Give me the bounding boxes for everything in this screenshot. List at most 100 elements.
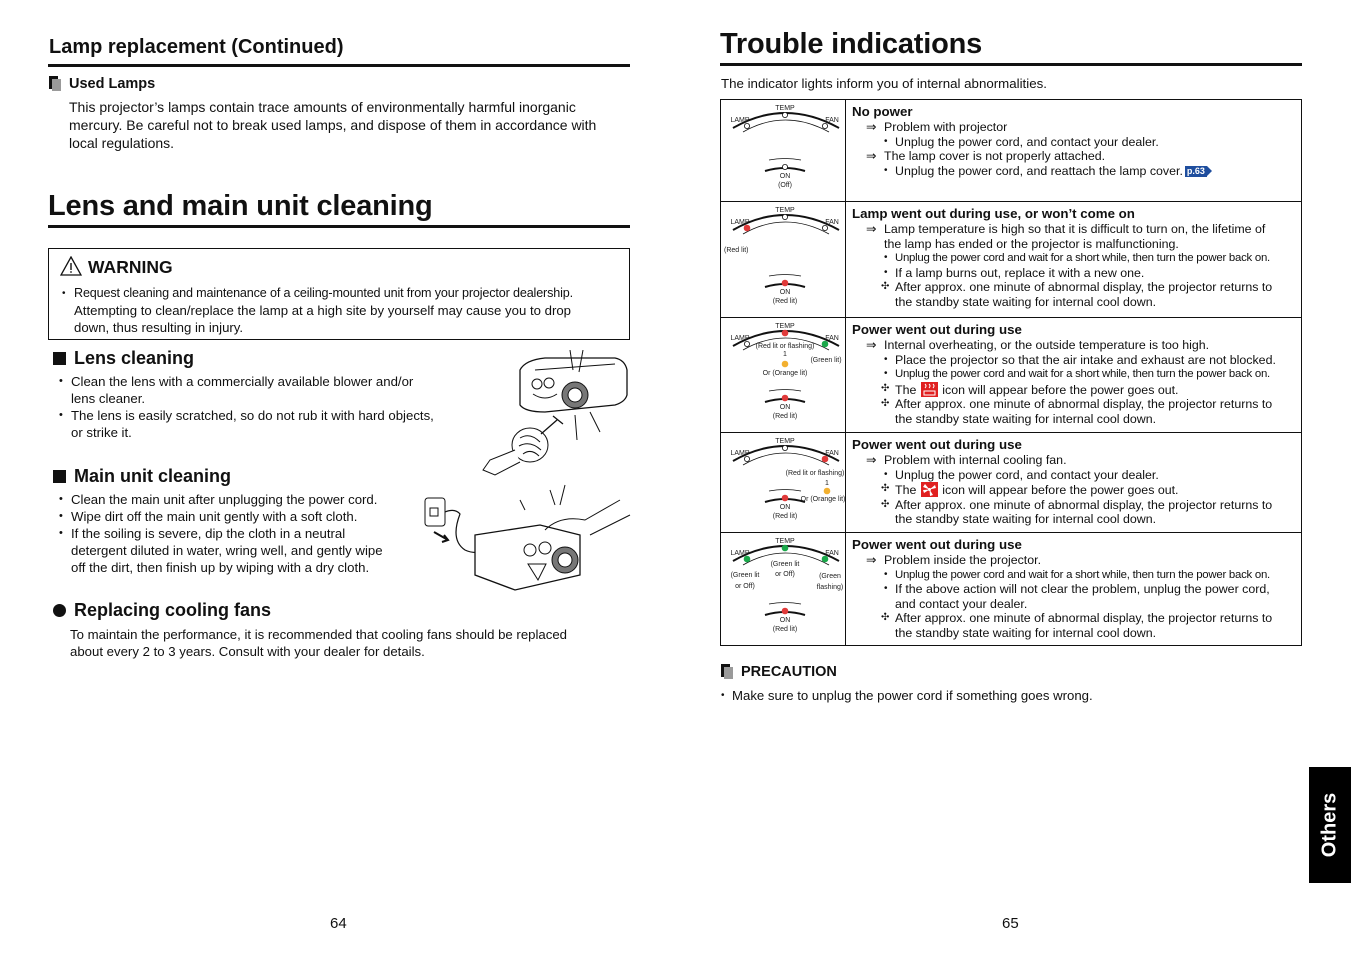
on-label: ON [780, 289, 791, 296]
list-item: Wipe dirt off the main unit gently with … [58, 508, 428, 525]
trouble-row: TEMP LAMP FAN ON (Off) No power ⇒ Problem with … [720, 99, 1302, 202]
warning-text: • Request cleaning and maintenance of a c… [61, 285, 629, 336]
used-lamps-text: This projector’s lamps contain trace amo… [69, 98, 629, 152]
text-line: Wipe dirt off the main unit gently with … [71, 509, 358, 524]
text: The [895, 382, 920, 397]
trouble-line: Unplug the power cord, and reattach the … [852, 164, 1301, 179]
title-rule [48, 64, 630, 67]
text-line: Clean the main unit after unplugging the… [71, 492, 378, 507]
trouble-line: If a lamp burns out, replace it with a n… [852, 266, 1301, 281]
warning-line: • Request cleaning and maintenance of a c… [62, 286, 573, 300]
precaution-heading: PRECAUTION [741, 664, 837, 680]
indicator-panel-cell: TEMP LAMP FAN ON (Red lit) (Red lit or flashi… [720, 317, 846, 433]
trouble-line: ⇒ The lamp cover is not properly attached… [866, 149, 1106, 164]
text: Unplug the power cord, and contact your … [895, 467, 1159, 482]
heading-text: Replacing cooling fans [74, 600, 272, 620]
on-indicator-light [781, 394, 789, 402]
trouble-line: the standby state waiting for internal c… [852, 412, 1301, 427]
text-line: local regulations. [69, 135, 175, 151]
panel-arc-inner [742, 221, 830, 235]
text: the standby state waiting for internal c… [895, 625, 1157, 640]
indicator-panel-cell: TEMP LAMP FAN ON (Off) [720, 99, 846, 202]
section-tab-others[interactable]: Others [1309, 767, 1351, 883]
text: After approx. one minute of abnormal dis… [895, 611, 1273, 626]
temp-indicator-light [781, 329, 789, 337]
text: Request cleaning and maintenance of a ce… [74, 286, 573, 300]
page-reference-link[interactable]: p.63 [1184, 165, 1212, 177]
text-line: lens cleaner. [71, 391, 146, 406]
fan-label: FAN [825, 117, 839, 124]
indicator-panel-diagram: TEMPLAMP FANON(Red lit)(Green litor Off)(… [730, 538, 843, 633]
text-line: The lens is easily scratched, so do not … [71, 408, 434, 423]
text: Unplug the power cord, and reattach the … [895, 163, 1183, 178]
section-title-lamp-replacement: Lamp replacement (Continued) [49, 36, 344, 58]
trouble-line: The icon will appear before the power go… [852, 482, 1301, 498]
on-note: (Off) [778, 182, 792, 189]
trouble-line: the standby state waiting for internal c… [852, 295, 1301, 310]
on-arc-inner [768, 602, 802, 605]
trouble-title: No power [852, 104, 913, 119]
fan-indicator-light [822, 122, 829, 129]
indicator-panel-diagram: TEMPLAMP FANON(Red lit)(Red lit) [724, 207, 840, 305]
tab-label: Others [1318, 792, 1341, 858]
trouble-title: Power went out during use [852, 437, 1022, 452]
trouble-line: Place the projector so that the air inta… [852, 353, 1301, 368]
temp-indicator-light [782, 213, 789, 220]
on-indicator-light [781, 279, 789, 287]
text: Lamp temperature is high so that it is d… [884, 222, 1266, 236]
trouble-title: Power went out during use [852, 537, 1022, 552]
fan-indicator-light [821, 340, 829, 348]
text: Problem with projector [884, 120, 1008, 134]
trouble-line: After approx. one minute of abnormal dis… [852, 498, 1301, 513]
trouble-line: Unplug the power cord and wait for a sho… [852, 367, 1301, 382]
heading-text: Lens cleaning [74, 348, 195, 368]
temp-label: TEMP [775, 438, 795, 445]
page-number-right: 65 [1002, 915, 1019, 932]
trouble-row: TEMP LAMP FAN ON (Red lit) (Red lit or flashi… [720, 432, 1302, 533]
indicator-panel-cell: TEMP LAMP FAN ON (Red lit) (Green lit or Off)(… [720, 532, 846, 646]
trouble-description-cell: Lamp went out during use, or won’t come … [845, 201, 1302, 318]
on-indicator-light [781, 494, 789, 502]
alt-arrow: 1 [783, 351, 787, 358]
trouble-description-cell: Power went out during use ⇒ Problem with i… [845, 432, 1302, 533]
alt-note: Or (Orange lit) [763, 370, 808, 377]
page-number-left: 64 [330, 915, 347, 932]
section-title-lens-cleaning: Lens and main unit cleaning [48, 190, 433, 222]
fan-label: FAN [825, 335, 839, 342]
fan-label: FAN [825, 219, 839, 226]
text: Problem with internal cooling fan. [884, 453, 1067, 467]
lamp-note: (Red lit) [724, 247, 749, 254]
lamp-label: LAMP [730, 335, 749, 342]
fan-note: flashing) [817, 584, 843, 591]
on-indicator-light [782, 164, 789, 171]
text-line: To maintain the performance, it is recom… [70, 627, 568, 642]
warning-line: Attempting to clean/replace the lamp at … [74, 303, 572, 318]
trouble-line: ⇒ Lamp temperature is high so that it is … [866, 222, 1266, 236]
text: Unplug the power cord and wait for a sho… [895, 568, 1270, 581]
trouble-line: After approx. one minute of abnormal dis… [852, 280, 1301, 295]
warning-triangle-icon [60, 256, 82, 276]
fan-note: (Red lit or flashing) [786, 470, 845, 477]
fan-note: (Green [819, 573, 841, 580]
trouble-line: ⇒ Problem inside the projector. [866, 553, 1042, 567]
trouble-line: the standby state waiting for internal c… [852, 512, 1301, 527]
trouble-row: TEMP LAMP FAN ON (Red lit) (Red lit or flashi… [720, 317, 1302, 433]
temp-label: TEMP [775, 538, 795, 545]
fan-warning-icon [920, 482, 938, 498]
indicator-panel-diagram: TEMP LAMP FAN ON (Red lit) (Red lit or flashi… [730, 323, 841, 420]
panel-arc-inner [742, 119, 830, 133]
trouble-line: Unplug the power cord, and contact your … [852, 135, 1301, 150]
lamp-label: LAMP [730, 117, 749, 124]
lamp-indicator-light [743, 224, 751, 232]
text: the standby state waiting for internal c… [895, 411, 1157, 426]
temp-indicator-light [781, 544, 789, 552]
on-note: (Red lit) [773, 626, 798, 633]
lamp-note: (Green lit [731, 572, 760, 579]
lamp-note: or Off) [735, 583, 755, 590]
temp-indicator-light [782, 111, 789, 118]
warning-label: WARNING [88, 257, 173, 277]
list-item: Clean the main unit after unplugging the… [58, 491, 428, 508]
on-label: ON [780, 617, 791, 624]
lens-cleaning-list: Clean the lens with a commercially avail… [58, 373, 478, 441]
alt-note: Or (Orange lit) [801, 496, 845, 503]
